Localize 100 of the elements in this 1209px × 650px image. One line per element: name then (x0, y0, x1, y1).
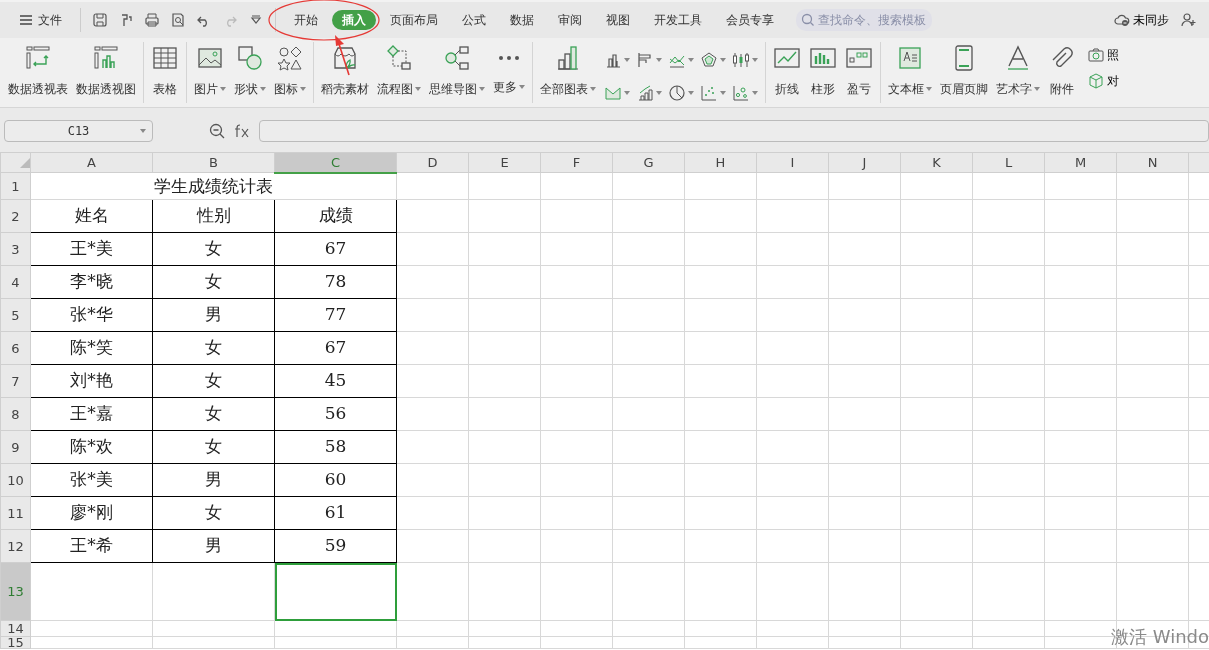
ribbon-button[interactable]: 形状 (230, 38, 270, 107)
column-header[interactable]: D (396, 152, 469, 173)
ribbon-button[interactable]: 更多 (489, 38, 529, 107)
caret-icon (752, 90, 758, 95)
column-header[interactable]: N (1116, 152, 1189, 173)
caret-icon (688, 58, 694, 63)
file-menu-button[interactable]: 文件 (8, 10, 72, 30)
triangle-icon (20, 158, 30, 169)
ribbon-button[interactable]: 流程图 (373, 38, 425, 107)
search-field[interactable]: 查找命令、搜索模板 (796, 9, 932, 31)
menu-tab[interactable]: 开始 (284, 10, 328, 30)
row-header[interactable]: 4 (0, 265, 31, 299)
caret-icon (624, 58, 630, 63)
table-cell: 女 (152, 331, 275, 365)
menu-tab[interactable]: 公式 (452, 10, 496, 30)
menu-tab[interactable]: 视图 (596, 10, 640, 30)
menu-tab[interactable]: 数据 (500, 10, 544, 30)
column-header[interactable]: G (612, 152, 685, 173)
column-header[interactable]: L (972, 152, 1045, 173)
cloud-icon (1114, 12, 1130, 28)
table-cell: 王*嘉 (30, 397, 153, 431)
cube-icon (1088, 73, 1104, 89)
table-cell: 78 (274, 265, 397, 299)
ribbon-button[interactable]: 稻壳素材 (317, 38, 373, 107)
text-box-icon (896, 44, 924, 72)
icon-library-icon (276, 44, 304, 72)
table-cell: 61 (274, 496, 397, 530)
share-button[interactable] (1181, 12, 1197, 28)
zoom-button[interactable] (209, 123, 225, 139)
row-header[interactable]: 9 (0, 430, 31, 464)
title-cell: 学生成绩统计表 (30, 172, 397, 200)
camera-icon (1088, 47, 1104, 63)
horizontal-bar-chart-icon (636, 51, 654, 70)
ribbon-button[interactable]: 数据透视图 (72, 38, 140, 107)
annotation-arrow (335, 35, 350, 76)
formula-field[interactable] (259, 120, 1209, 142)
quick-print-button[interactable] (144, 12, 160, 28)
table-cell: 王*美 (30, 232, 153, 266)
ribbon-button[interactable]: 照 (1088, 46, 1119, 64)
row-header[interactable]: 5 (0, 298, 31, 332)
column-header[interactable]: J (828, 152, 901, 173)
column-header[interactable]: A (30, 152, 153, 173)
active-cell[interactable] (274, 562, 397, 621)
fx-icon (233, 124, 251, 138)
ribbon-button[interactable]: 艺术字 (992, 38, 1044, 107)
column-header[interactable]: F (540, 152, 613, 173)
ribbon-button[interactable]: 对 (1088, 72, 1119, 90)
row-header[interactable]: 12 (0, 529, 31, 563)
function-button[interactable] (233, 124, 251, 138)
pivot-chart-icon (92, 44, 120, 72)
print-icon (144, 12, 160, 28)
column-header[interactable]: B (152, 152, 275, 173)
table-cell: 女 (152, 397, 275, 431)
row-header[interactable]: 2 (0, 199, 31, 233)
row-header[interactable]: 7 (0, 364, 31, 398)
radar-chart-icon (700, 51, 718, 70)
table-cell: 刘*艳 (30, 364, 153, 398)
table-cell: 姓名 (30, 199, 153, 233)
ribbon-button[interactable]: 数据透视表 (4, 38, 72, 107)
table-cell: 77 (274, 298, 397, 332)
row-header[interactable]: 1 (0, 172, 31, 200)
caret-icon (720, 58, 726, 63)
row-header[interactable]: 3 (0, 232, 31, 266)
menu-tab[interactable]: 审阅 (548, 10, 592, 30)
ribbon-button[interactable]: 页眉页脚 (936, 38, 992, 107)
ribbon-button[interactable]: 折线 (769, 38, 805, 107)
quick-save-button[interactable] (92, 12, 108, 28)
name-box[interactable]: C13 (4, 120, 153, 142)
more-icon (498, 55, 520, 61)
ribbon-button[interactable]: 盈亏 (841, 38, 877, 107)
table-cell: 女 (152, 265, 275, 299)
table-cell: 58 (274, 430, 397, 464)
table-cell: 廖*刚 (30, 496, 153, 530)
save-icon (92, 12, 108, 28)
table-cell: 60 (274, 463, 397, 497)
column-header[interactable]: K (900, 152, 973, 173)
quick-print-preview-button[interactable] (170, 12, 186, 28)
ribbon-button[interactable]: 附件 (1044, 38, 1080, 107)
row-header[interactable]: 8 (0, 397, 31, 431)
row-header[interactable]: 10 (0, 463, 31, 497)
row-header[interactable]: 11 (0, 496, 31, 530)
column-header[interactable]: M (1044, 152, 1117, 173)
column-header[interactable]: E (468, 152, 541, 173)
ribbon-button[interactable]: 柱形 (805, 38, 841, 107)
sync-button[interactable]: 未同步 (1114, 11, 1169, 29)
ribbon-button[interactable]: 思维导图 (425, 38, 489, 107)
caret-icon (720, 90, 726, 95)
menu-tab[interactable]: 页面布局 (380, 10, 448, 30)
ribbon-button[interactable]: 图标 (270, 38, 310, 107)
column-header[interactable]: H (684, 152, 757, 173)
ribbon-button[interactable]: 表格 (147, 38, 183, 107)
row-header[interactable]: 6 (0, 331, 31, 365)
table-cell: 59 (274, 529, 397, 563)
ribbon-button[interactable]: 图片 (190, 38, 230, 107)
column-header[interactable]: I (756, 152, 829, 173)
menu-tab[interactable]: 会员专享 (716, 10, 784, 30)
ribbon-button[interactable]: 文本框 (884, 38, 936, 107)
search-icon (800, 12, 816, 28)
ribbon-button[interactable]: 全部图表 (536, 38, 600, 107)
menu-tab[interactable]: 开发工具 (644, 10, 712, 30)
